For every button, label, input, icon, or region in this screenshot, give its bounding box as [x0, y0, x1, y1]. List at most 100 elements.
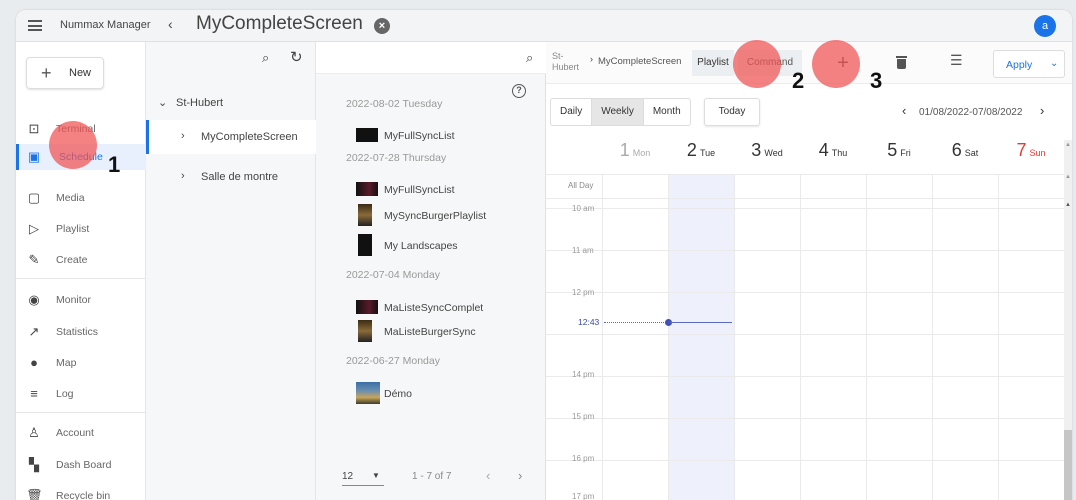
sidebar-item-media[interactable]: ▢ Media [16, 185, 146, 211]
playlist-item-label: MySyncBurgerPlaylist [384, 210, 487, 222]
help-icon[interactable]: ? [512, 84, 526, 98]
playlist-thumbnail [358, 320, 372, 342]
day-header-thu: 4 Thu [800, 140, 866, 174]
search-icon[interactable]: ⌕ [262, 50, 269, 66]
sidebar-item-playlist[interactable]: ▷ Playlist [16, 216, 146, 242]
sidebar-item-create[interactable]: ✎ Create [16, 247, 146, 273]
playlist-thumbnail [356, 382, 380, 404]
chevron-right-icon: › [181, 170, 185, 182]
app-name: Nummax Manager [60, 19, 151, 31]
sidebar-item-log[interactable]: ≡ Log [16, 381, 146, 407]
delete-icon[interactable] [896, 56, 907, 69]
scroll-arrow-icon[interactable]: ▲ [1065, 202, 1071, 208]
sidebar-item-account[interactable]: ♙ Account [16, 420, 146, 446]
sidebar-item-recycle-bin[interactable]: 🗑 Recycle bin [16, 483, 146, 500]
hour-label: 17 pm [572, 492, 595, 500]
grid-line [546, 418, 1064, 419]
tree-node-label: St-Hubert [176, 97, 224, 109]
sidebar-item-map[interactable]: ● Map [16, 350, 146, 376]
caret-down-icon[interactable]: ▼ [372, 471, 380, 480]
breadcrumb-root[interactable]: St-Hubert [552, 51, 582, 73]
playlist-thumbnail [356, 128, 378, 142]
sidebar-item-monitor[interactable]: ◉ Monitor [16, 287, 146, 313]
today-button[interactable]: Today [704, 98, 760, 126]
day-header-wed: 3 Wed [734, 140, 800, 174]
calendar-toolbar: St-Hubert › MyCompleteScreen Playlist Co… [546, 42, 1072, 84]
view-weekly[interactable]: Weekly [592, 99, 644, 125]
menu-icon[interactable] [28, 20, 42, 31]
playlist-item-label: Démo [384, 388, 413, 400]
grid-line [546, 334, 1064, 335]
sidebar-item-label: Create [56, 254, 88, 266]
sidebar-item-label: Dash Board [56, 459, 112, 471]
current-time-line [604, 322, 666, 323]
date-range-label: 01/08/2022-07/08/2022 [919, 107, 1023, 118]
sidebar-item-label: Media [56, 192, 85, 204]
list-icon[interactable]: ☰ [950, 52, 963, 69]
prev-week-icon[interactable]: ‹ [902, 103, 906, 118]
tree-node-salle-de-montre[interactable]: › Salle de montre [146, 160, 316, 194]
view-toggle: Daily Weekly Month [550, 98, 691, 126]
playlist-item-label: My Landscapes [384, 240, 458, 252]
callout-number: 3 [870, 68, 883, 93]
view-daily[interactable]: Daily [551, 99, 593, 125]
new-button[interactable]: + New [26, 57, 104, 89]
user-avatar[interactable]: a [1034, 15, 1056, 37]
next-page-icon[interactable]: › [518, 468, 522, 483]
playlist-thumbnail [356, 182, 378, 196]
tab-playlist[interactable]: Playlist [692, 50, 734, 76]
tree-node-mycompletescreen[interactable]: › MyCompleteScreen [146, 120, 316, 154]
prev-page-icon[interactable]: ‹ [486, 468, 490, 483]
back-chevron-icon[interactable]: ‹ [168, 16, 173, 32]
date-header: 2022-08-02 Tuesday [346, 98, 443, 110]
week-grid[interactable]: All Day 10 am 11 am 12 pm 14 pm 15 pm 16… [546, 174, 1064, 500]
next-week-icon[interactable]: › [1040, 103, 1044, 118]
playlist-search-input[interactable] [316, 42, 546, 74]
refresh-icon[interactable]: ↻ [290, 48, 303, 66]
plus-icon: + [41, 63, 52, 83]
playlist-item-label: MyFullSyncList [384, 184, 455, 196]
calendar-icon: ▣ [27, 149, 41, 164]
tree-node-label: MyCompleteScreen [201, 131, 298, 143]
callout-number: 2 [792, 68, 805, 93]
search-icon[interactable]: ⌕ [526, 50, 533, 66]
hour-label: 11 am [572, 246, 594, 255]
scrollbar-thumb[interactable] [1064, 430, 1072, 500]
current-time-label: 12:43 [578, 317, 600, 327]
grid-line [546, 376, 1064, 377]
apply-button[interactable]: Apply ⌄ [993, 50, 1065, 78]
close-icon[interactable]: × [374, 18, 390, 34]
grid-line [546, 198, 1064, 199]
all-day-label: All Day [568, 181, 594, 190]
breadcrumb-separator-icon: › [590, 54, 593, 64]
sidebar-item-label: Map [56, 357, 77, 369]
lines-icon: ≡ [30, 386, 38, 401]
hour-label: 16 pm [572, 454, 595, 463]
scroll-arrow-icon[interactable]: ▲ [1065, 174, 1071, 180]
callout-highlight [49, 121, 97, 169]
grid-line [546, 292, 1064, 293]
apply-button-label: Apply [1006, 59, 1033, 71]
day-name: Sun [1029, 148, 1046, 158]
scroll-arrow-icon[interactable]: ▲ [1065, 142, 1071, 148]
page-size-select[interactable]: 12 [342, 471, 353, 482]
day-header-sun: 7 Sun [998, 140, 1064, 174]
tree-node-root[interactable]: ⌄ St-Hubert [146, 86, 316, 120]
new-button-label: New [69, 67, 92, 79]
person-icon: ♙ [28, 425, 40, 440]
sidebar-item-statistics[interactable]: ↗ Statistics [16, 319, 146, 345]
trending-icon: ↗ [28, 324, 40, 339]
view-month[interactable]: Month [644, 99, 690, 125]
schedule-calendar: St-Hubert › MyCompleteScreen Playlist Co… [546, 42, 1072, 500]
day-header-tue: 2 Tue [668, 140, 734, 174]
sidebar-item-dashboard[interactable]: ▚ Dash Board [16, 452, 146, 478]
day-name: Sat [964, 148, 979, 158]
chevron-right-icon: › [181, 130, 185, 142]
day-header-mon: 1 Mon [602, 140, 668, 174]
grid-line [546, 250, 1064, 251]
day-name: Mon [632, 148, 651, 158]
date-header: 2022-06-27 Monday [346, 355, 440, 367]
callout-highlight [733, 40, 781, 88]
grid-line [734, 174, 735, 500]
page-range: 1 - 7 of 7 [412, 471, 452, 482]
